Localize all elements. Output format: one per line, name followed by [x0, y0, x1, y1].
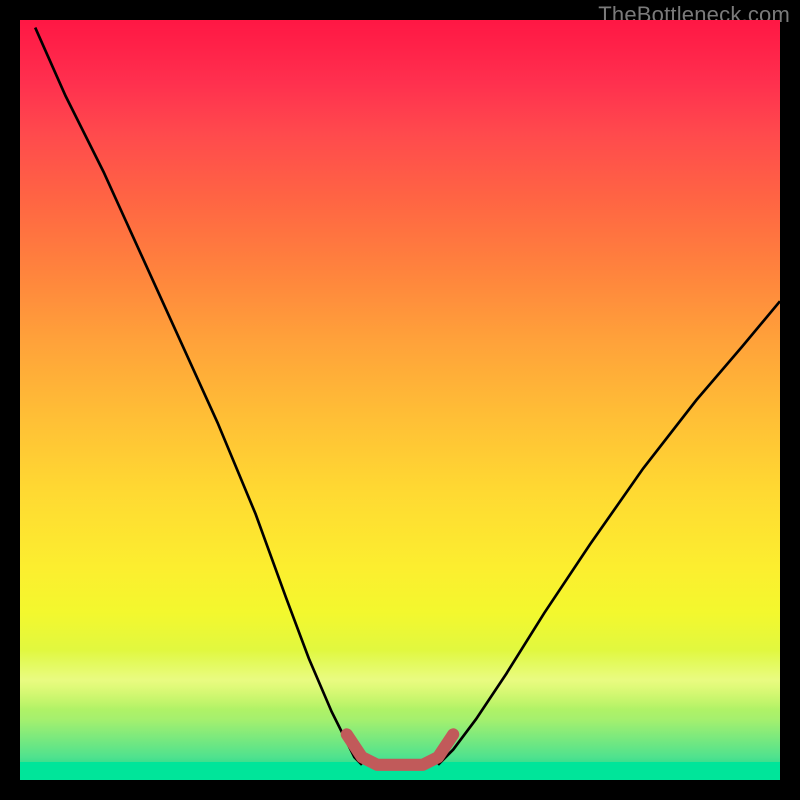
right-curve-path — [438, 301, 780, 765]
left-curve-path — [35, 28, 362, 765]
trough-path — [347, 734, 453, 764]
curve-overlay — [20, 20, 780, 780]
stage: TheBottleneck.com — [0, 0, 800, 800]
heatmap-plot — [20, 20, 780, 780]
